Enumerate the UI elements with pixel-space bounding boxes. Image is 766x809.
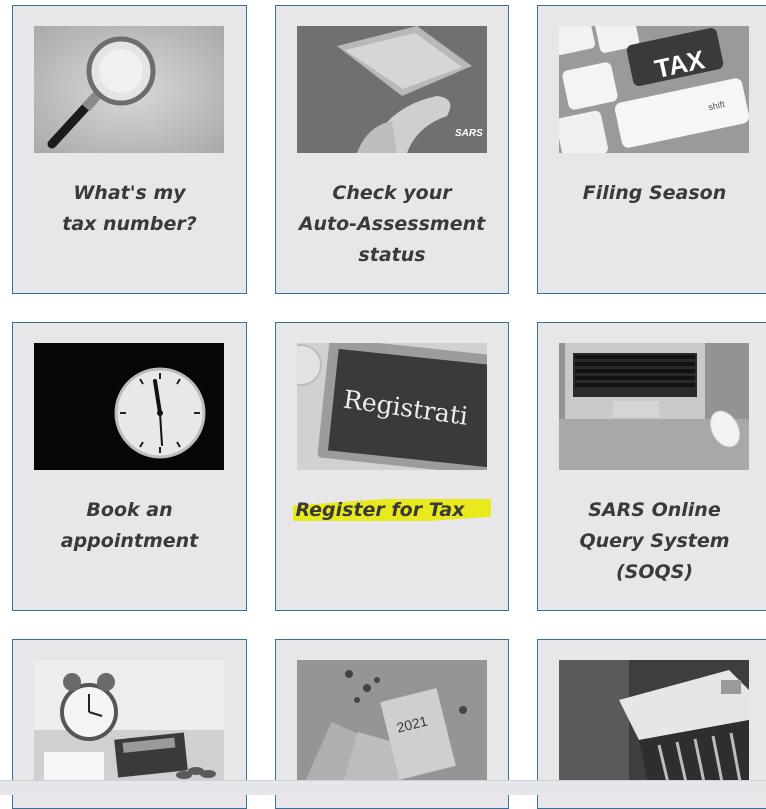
card-soqs[interactable]: SARS Online Query System (SOQS): [537, 322, 766, 611]
card-auto-assessment[interactable]: SARS Check your Auto-Assessment status: [275, 5, 509, 294]
card-label: Book an appointment: [60, 499, 199, 552]
alarm-clock-calculator-image: [34, 660, 224, 787]
card-tax-number[interactable]: What's my tax number?: [12, 5, 247, 294]
magnifying-glass-icon: [34, 26, 224, 153]
sars-logo-text: SARS: [455, 128, 483, 139]
laptop-mouse-image: [559, 343, 749, 470]
bottom-bar: [0, 780, 766, 795]
card-label: Register for Tax: [276, 495, 508, 526]
card-label: Filing Season: [582, 182, 727, 204]
card-label: Check your Auto-Assessment status: [298, 182, 486, 266]
file-box-image: [559, 660, 749, 787]
clock-icon: [34, 343, 224, 470]
card-label: What's my tax number?: [62, 182, 197, 235]
card-book-appointment[interactable]: Book an appointment: [12, 322, 247, 611]
card-filing-season[interactable]: TAX shift Filing Season: [537, 5, 766, 294]
tax-keyboard-image: TAX shift: [559, 26, 749, 153]
phone-sars-image: SARS: [297, 26, 487, 153]
notebook-2021-image: 2021: [297, 660, 487, 787]
card-register-for-tax[interactable]: Registrati Register for Tax: [275, 322, 509, 611]
card-label: SARS Online Query System (SOQS): [579, 499, 730, 583]
registration-chalkboard-image: Registrati: [297, 343, 487, 470]
highlighted-label: Register for Tax: [293, 499, 491, 521]
